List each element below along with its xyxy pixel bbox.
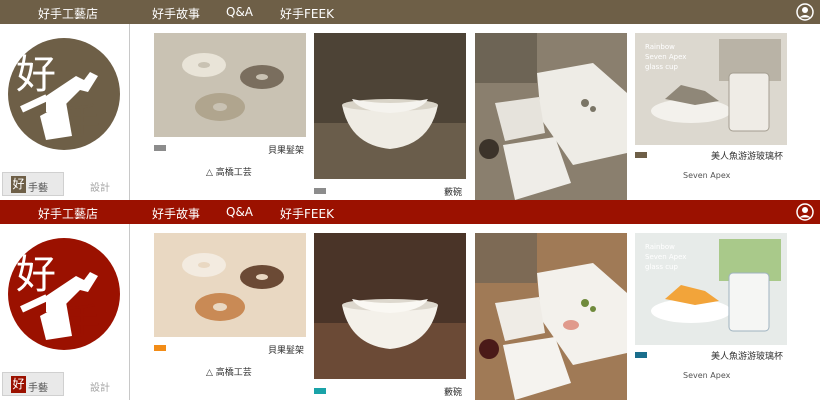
product-card-bagel-hair-tie[interactable]: 貝果髮架 △ 高橋工芸 [154,233,306,400]
brand-tag[interactable]: 好 手藝 [2,172,64,196]
product-photo [475,33,627,200]
product-card-mermaid-glass[interactable]: Rainbow Seven Apex glass cup 美人魚游游玻璃杯 Se… [635,233,787,400]
product-card-mermaid-glass[interactable]: Rainbow Seven Apex glass cup 美人魚游游玻璃杯 Se… [635,33,787,200]
maker-label: Seven Apex [683,171,731,180]
maker-label: △ 高橋工芸 [206,168,252,178]
product-caption: 美人魚游游玻璃杯 [710,152,783,162]
product-card-bagel-hair-tie[interactable]: 貝果髮架 △ 高橋工芸 [154,33,306,200]
design-link[interactable]: 設計 [90,379,110,394]
nav-link-story[interactable]: 好手故事 [152,5,200,22]
svg-text:好: 好 [16,252,56,298]
variant-color: 好手工藝店 好手故事 Q&A 好手FEEK 好 手 好 手藝 設計 貝果髮架 △… [0,200,820,400]
variant-sepia: 好手工藝店 好手故事 Q&A 好手FEEK 好 手 好 手藝 設計 貝果髮架 △… [0,0,820,200]
svg-text:Seven Apex: Seven Apex [645,253,686,261]
ribbon-tag [314,388,326,394]
brand-tag[interactable]: 好 手藝 [2,372,64,396]
ribbon-tag [314,188,326,194]
product-caption: 貝果髮架 [267,346,304,356]
shop-name[interactable]: 好手工藝店 [38,205,98,222]
brand-chip: 好 [11,376,26,393]
shop-logo[interactable]: 好 手 [6,36,122,152]
svg-text:好: 好 [16,52,56,98]
product-photo: Rainbow Seven Apex glass cup [635,233,787,345]
brand-tag-label: 手藝 [28,383,48,394]
shop-name[interactable]: 好手工藝店 [38,5,98,22]
nav-link-qa[interactable]: Q&A [226,5,253,19]
product-photo [314,233,466,379]
shop-logo[interactable]: 好 手 [6,236,122,352]
sidebar: 好 手 好 手藝 設計 [0,24,130,200]
top-navbar: 好手工藝店 好手故事 Q&A 好手FEEK [0,0,820,24]
user-account-icon[interactable] [796,3,814,21]
product-card-bowl[interactable]: 藪碗 [314,233,466,400]
ribbon-tag [154,345,166,351]
product-photo: Rainbow Seven Apex glass cup [635,33,787,145]
product-card-plates[interactable] [475,33,627,200]
nav-link-qa[interactable]: Q&A [226,205,253,219]
user-account-icon[interactable] [796,203,814,221]
svg-text:Seven Apex: Seven Apex [645,53,686,61]
svg-text:glass cup: glass cup [645,263,678,271]
product-photo [154,233,306,337]
svg-text:Rainbow: Rainbow [645,243,675,251]
product-caption: 美人魚游游玻璃杯 [710,352,783,362]
design-link[interactable]: 設計 [90,179,110,194]
nav-link-feek[interactable]: 好手FEEK [280,5,334,22]
sidebar: 好 手 好 手藝 設計 [0,224,130,400]
nav-link-story[interactable]: 好手故事 [152,205,200,222]
product-caption: 貝果髮架 [267,146,304,156]
ribbon-tag [635,152,647,158]
nav-link-feek[interactable]: 好手FEEK [280,205,334,222]
product-photo [475,233,627,400]
product-caption: 藪碗 [443,388,462,398]
brand-tag-label: 手藝 [28,183,48,194]
product-photo [314,33,466,179]
product-card-plates[interactable] [475,233,627,400]
product-card-bowl[interactable]: 藪碗 [314,33,466,200]
product-caption: 藪碗 [443,188,462,198]
maker-label: Seven Apex [683,371,731,380]
svg-text:glass cup: glass cup [645,63,678,71]
svg-text:Rainbow: Rainbow [645,43,675,51]
top-navbar: 好手工藝店 好手故事 Q&A 好手FEEK [0,200,820,224]
ribbon-tag [154,145,166,151]
ribbon-tag [635,352,647,358]
product-photo [154,33,306,137]
brand-chip: 好 [11,176,26,193]
maker-label: △ 高橋工芸 [206,368,252,378]
